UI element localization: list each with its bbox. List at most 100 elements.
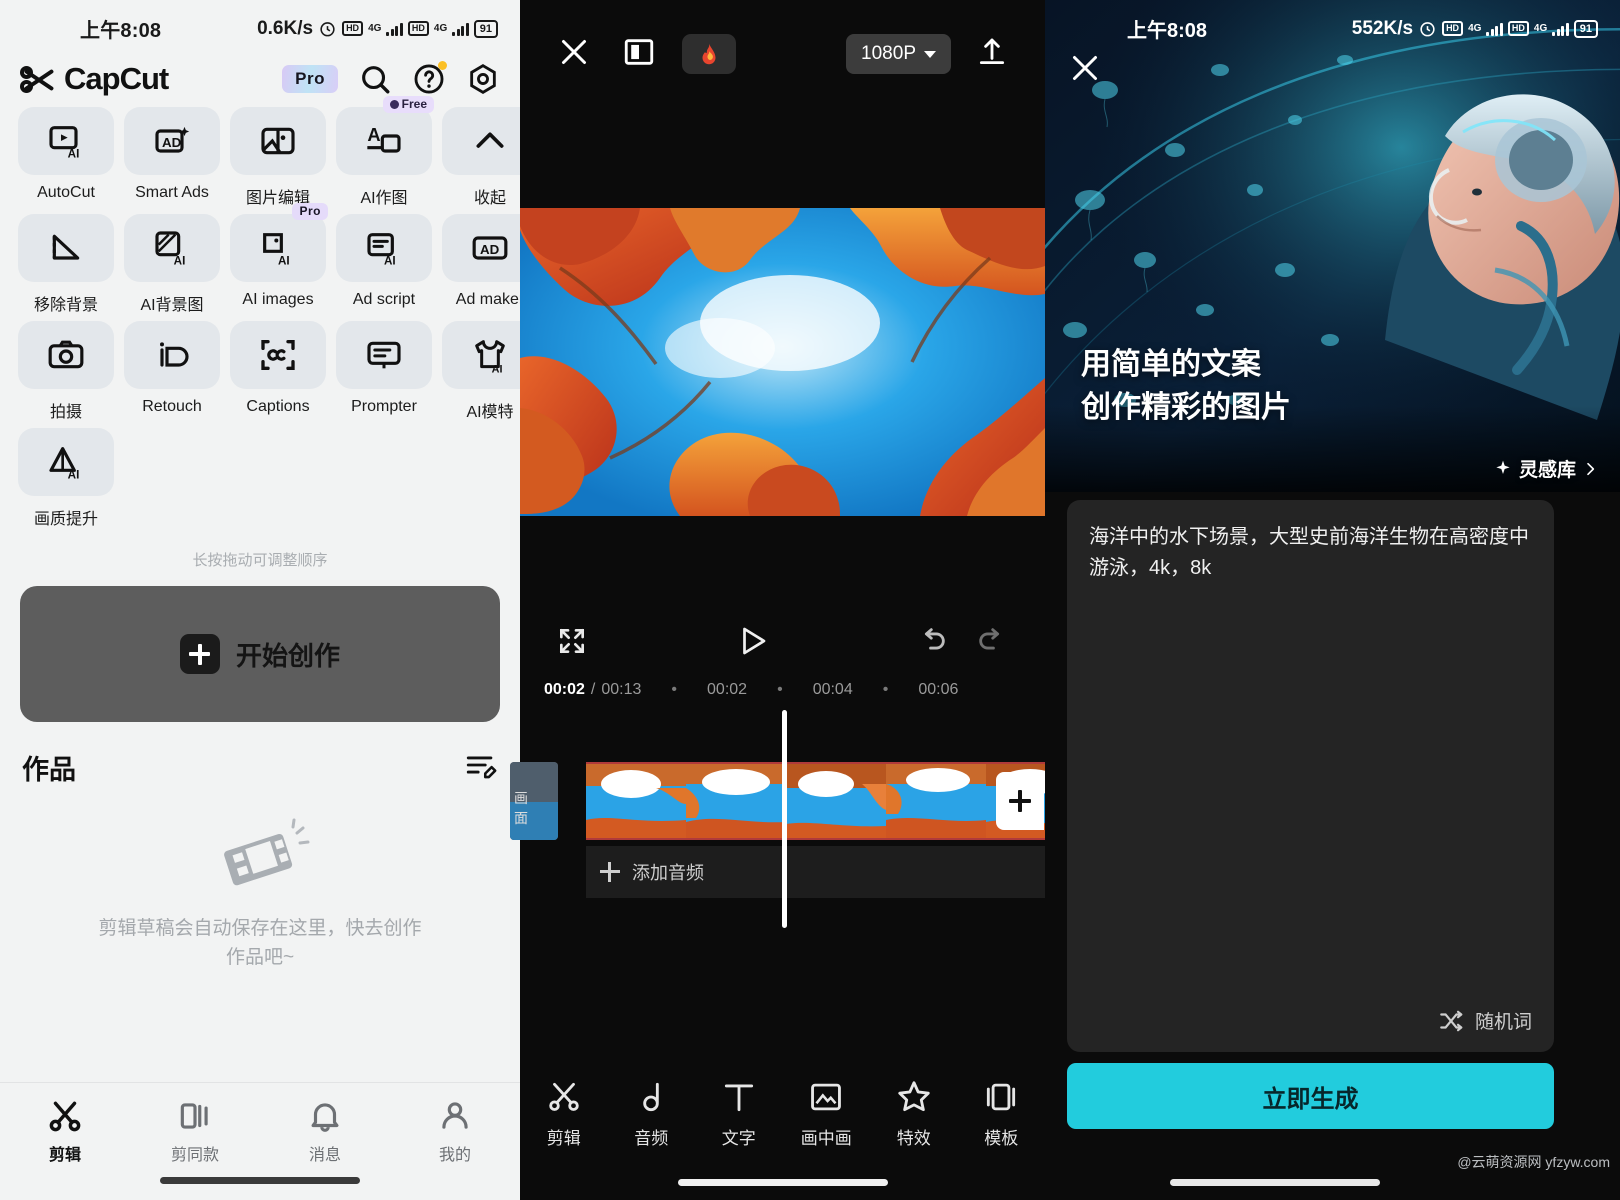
app-name: CapCut <box>64 61 169 96</box>
status-time: 上午8:08 <box>80 20 162 42</box>
home-indicator <box>1170 1179 1380 1186</box>
status-bar: 上午8:08 552K/s HD 4G HD 4G 91 <box>1045 0 1620 57</box>
tool-ai-draw[interactable]: A Free AI作图 <box>336 96 434 208</box>
tool-label: AI作图 <box>360 190 408 207</box>
bottom-tab-bar: 剪辑 剪同款 消息 我的 <box>0 1082 520 1200</box>
tool-retouch[interactable]: Retouch <box>124 321 220 422</box>
random-words-button[interactable]: 随机词 <box>1438 1007 1532 1034</box>
timeline-ruler[interactable]: 00:02 / 00:13 • 00:02 • 00:04 • 00:06 <box>520 672 1045 708</box>
chevron-down-icon <box>924 50 936 58</box>
tool-label: AutoCut <box>37 184 95 201</box>
chevron-right-icon <box>1587 462 1595 475</box>
badge-label: Free <box>401 97 427 111</box>
tab-label: 剪同款 <box>170 1147 219 1164</box>
random-words-label: 随机词 <box>1474 1012 1532 1033</box>
search-icon[interactable] <box>358 62 392 96</box>
app-header: CapCut Pro <box>0 57 520 107</box>
ai-draw-icon: A Free <box>336 96 434 175</box>
clip-frame <box>886 764 986 838</box>
tool-ad-script[interactable]: AI Ad script <box>336 214 432 315</box>
help-icon[interactable] <box>412 61 447 96</box>
tool-prompter[interactable]: Prompter <box>336 321 432 422</box>
toolbar-item-text[interactable]: 文字 <box>695 1078 783 1149</box>
picture-in-picture-icon <box>811 1083 842 1111</box>
tab-templates[interactable]: 剪同款 <box>130 1097 260 1200</box>
video-clip-strip[interactable] <box>586 762 1046 840</box>
close-icon[interactable] <box>1067 50 1103 91</box>
home-indicator <box>160 1177 360 1184</box>
tab-messages[interactable]: 消息 <box>260 1097 390 1200</box>
signal-bars-2 <box>452 22 469 36</box>
total-time: 00:13 <box>601 681 642 698</box>
add-clip-button[interactable] <box>996 772 1044 830</box>
toolbar-item-audio[interactable]: 音频 <box>608 1078 696 1149</box>
toolbar-item-effects[interactable]: 特效 <box>870 1078 958 1149</box>
works-empty-state: 剪辑草稿会自动保存在这里，快去创作 作品吧~ <box>0 815 520 972</box>
alarm-icon <box>320 22 335 37</box>
battery-indicator: 91 <box>473 19 498 38</box>
resolution-label: 1080P <box>861 43 916 64</box>
tool-captions[interactable]: Captions <box>230 321 326 422</box>
tool-label: Retouch <box>142 398 202 415</box>
tool-smart-ads[interactable]: AD Smart Ads <box>124 107 220 208</box>
sort-edit-icon[interactable] <box>464 748 498 787</box>
toolbar-label: 特效 <box>896 1129 931 1148</box>
tool-quality-enhance[interactable]: AI 画质提升 <box>18 428 114 529</box>
video-preview[interactable] <box>520 208 1045 516</box>
play-icon[interactable] <box>734 623 770 664</box>
toolbar-item-template[interactable]: 模板 <box>958 1078 1046 1149</box>
ruler-tick-2: 00:04 <box>812 681 853 698</box>
ai-background-icon: AI <box>124 214 220 282</box>
flame-icon[interactable] <box>682 34 736 74</box>
tool-autocut[interactable]: AI AutoCut <box>18 107 114 208</box>
screenshot-stage: 上午8:08 0.6K/s HD 4G HD 4G 91 CapCut Pro … <box>0 0 1620 1200</box>
tool-remove-background[interactable]: 移除背景 <box>18 214 114 315</box>
tool-label: Captions <box>246 398 310 415</box>
tab-edit[interactable]: 剪辑 <box>0 1097 130 1200</box>
preview-frame <box>520 208 1045 516</box>
works-title: 作品 <box>22 755 76 785</box>
svg-text:AI: AI <box>174 255 186 268</box>
film-strip-icon <box>205 815 315 903</box>
export-icon[interactable] <box>975 35 1009 74</box>
fullscreen-icon[interactable] <box>556 625 588 662</box>
playhead[interactable] <box>782 710 787 928</box>
timeline-tracks[interactable]: 画面 添加音频 <box>510 710 1046 928</box>
prompt-text[interactable]: 海洋中的水下场景，大型史前海洋生物在高密度中游泳，4k，8k <box>1089 522 1532 584</box>
previous-clip-thumb[interactable]: 画面 <box>510 762 558 840</box>
tool-ai-background[interactable]: AI AI背景图 <box>124 214 220 315</box>
playback-controls <box>520 612 1045 674</box>
toolbar-label: 画中画 <box>800 1129 852 1148</box>
redo-icon[interactable] <box>975 624 1009 663</box>
pro-badge-button[interactable]: Pro <box>282 65 338 93</box>
network-type-1: 4G <box>1468 23 1482 34</box>
settings-icon[interactable] <box>466 62 500 96</box>
template-icon <box>987 1083 1016 1111</box>
text-icon <box>724 1084 753 1112</box>
svg-text:AI: AI <box>68 469 80 482</box>
undo-icon[interactable] <box>915 624 949 663</box>
tool-ai-images[interactable]: AI Pro AI images <box>230 203 328 315</box>
captions-icon <box>230 321 326 389</box>
tool-camera[interactable]: 拍摄 <box>18 321 114 422</box>
tool-image-edit[interactable]: 图片编辑 <box>230 107 326 208</box>
toolbar-label: 音频 <box>634 1129 669 1148</box>
svg-text:A: A <box>367 124 380 145</box>
generate-button[interactable]: 立即生成 <box>1067 1063 1554 1129</box>
toolbar-item-edit[interactable]: 剪辑 <box>520 1078 608 1149</box>
tab-profile[interactable]: 我的 <box>390 1097 520 1200</box>
tool-label: 拍摄 <box>49 404 82 421</box>
resolution-selector[interactable]: 1080P <box>846 34 951 74</box>
prompt-input-area[interactable]: 海洋中的水下场景，大型史前海洋生物在高密度中游泳，4k，8k 随机词 <box>1067 500 1554 1052</box>
effects-star-icon <box>898 1081 930 1112</box>
add-audio-track[interactable]: 添加音频 <box>586 846 1046 898</box>
reorder-hint: 长按拖动可调整顺序 <box>192 552 328 569</box>
close-icon[interactable] <box>556 34 592 75</box>
start-creating-button[interactable]: 开始创作 <box>20 586 500 722</box>
tool-grid: AI AutoCut AD Smart Ads 图片编辑 A Free AI作图… <box>0 96 538 535</box>
plus-icon <box>179 634 220 674</box>
toolbar-item-pip[interactable]: 画中画 <box>783 1078 871 1149</box>
inspiration-library-link[interactable]: 灵感库 <box>1493 455 1598 482</box>
image-edit-icon <box>230 107 326 175</box>
aspect-ratio-icon[interactable] <box>622 35 656 74</box>
